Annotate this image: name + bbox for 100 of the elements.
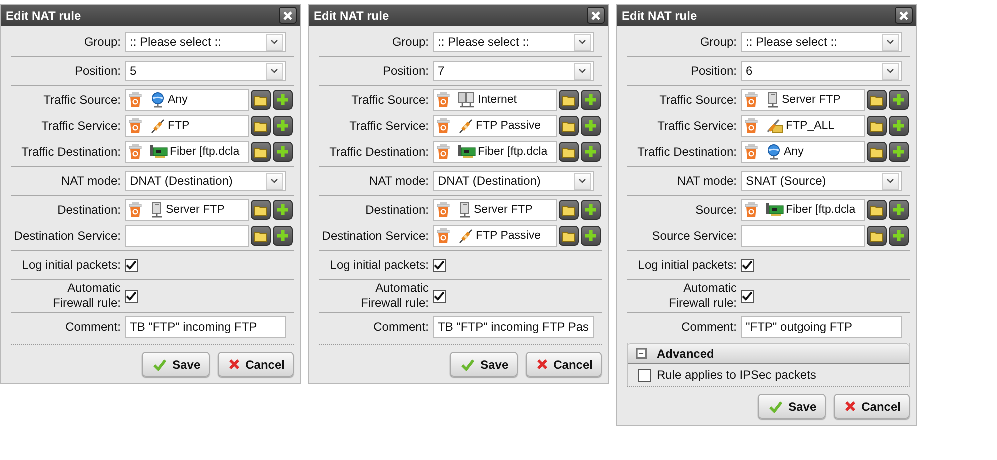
add-button[interactable]	[581, 142, 601, 162]
object-field[interactable]: FTP Passive	[433, 225, 557, 247]
dropdown[interactable]: SNAT (Source)	[741, 171, 902, 191]
trash-icon[interactable]	[745, 92, 758, 108]
trash-icon[interactable]	[437, 202, 450, 218]
save-button[interactable]: Save	[450, 352, 518, 377]
add-button[interactable]	[273, 226, 293, 246]
add-button[interactable]	[889, 226, 909, 246]
browse-button[interactable]	[867, 142, 887, 162]
window-title: Edit NAT rule	[622, 8, 698, 22]
object-field[interactable]: FTP_ALL	[741, 115, 865, 137]
checkbox[interactable]	[638, 368, 651, 382]
object-field[interactable]: Fiber [ftp.dcla	[433, 141, 557, 163]
browse-button[interactable]	[559, 142, 579, 162]
browse-button[interactable]	[251, 90, 271, 110]
browse-button[interactable]	[559, 226, 579, 246]
browse-button[interactable]	[867, 90, 887, 110]
dropdown[interactable]: 7	[433, 61, 594, 81]
object-field[interactable]: Fiber [ftp.dcla	[741, 199, 865, 221]
add-button[interactable]	[889, 200, 909, 220]
dropdown[interactable]: :: Please select ::	[741, 32, 902, 52]
add-button[interactable]	[889, 142, 909, 162]
browse-button[interactable]	[867, 200, 887, 220]
comment-field[interactable]: TB "FTP" incoming FTP	[125, 316, 286, 338]
cancel-button[interactable]: Cancel	[526, 352, 602, 377]
field-label: Comment:	[372, 320, 429, 334]
object-field[interactable]: Any	[125, 89, 249, 111]
dropdown[interactable]: 5	[125, 61, 286, 81]
trash-icon[interactable]	[129, 118, 142, 134]
object-field[interactable]	[741, 225, 865, 247]
browse-button[interactable]	[251, 226, 271, 246]
trash-icon[interactable]	[745, 202, 758, 218]
browse-button[interactable]	[867, 116, 887, 136]
object-field[interactable]	[125, 225, 249, 247]
close-button[interactable]	[895, 7, 913, 24]
trash-icon[interactable]	[129, 144, 142, 160]
object-field[interactable]: Internet	[433, 89, 557, 111]
object-field[interactable]: Server FTP	[741, 89, 865, 111]
plus-icon	[893, 204, 905, 216]
collapse-icon[interactable]	[636, 348, 647, 359]
checkbox[interactable]	[741, 258, 754, 272]
browse-button[interactable]	[867, 226, 887, 246]
check-icon	[126, 291, 137, 301]
add-button[interactable]	[889, 116, 909, 136]
add-button[interactable]	[581, 200, 601, 220]
browse-button[interactable]	[559, 90, 579, 110]
add-button[interactable]	[581, 116, 601, 136]
comment-field[interactable]: TB "FTP" incoming FTP Pas	[433, 316, 594, 338]
folder-icon	[870, 120, 884, 132]
close-button[interactable]	[279, 7, 297, 24]
checkbox[interactable]	[433, 290, 446, 302]
object-field[interactable]: FTP	[125, 115, 249, 137]
add-button[interactable]	[273, 116, 293, 136]
panel-header[interactable]: Advanced	[628, 343, 909, 364]
trash-icon[interactable]	[437, 118, 450, 134]
dropdown[interactable]: 6	[741, 61, 902, 81]
trash-icon[interactable]	[437, 228, 450, 244]
trash-icon[interactable]	[129, 202, 142, 218]
browse-button[interactable]	[559, 116, 579, 136]
object-field[interactable]: Any	[741, 141, 865, 163]
dropdown[interactable]: :: Please select ::	[433, 32, 594, 52]
dropdown[interactable]: DNAT (Destination)	[433, 171, 594, 191]
field-label: Destination:	[364, 202, 429, 218]
object-field[interactable]: FTP Passive	[433, 115, 557, 137]
object-field[interactable]: Server FTP	[125, 199, 249, 221]
chevron-icon	[271, 178, 278, 184]
plus-icon	[893, 120, 905, 132]
cancel-button[interactable]: Cancel	[834, 394, 910, 419]
field-label: Log initial packets:	[329, 258, 429, 272]
browse-button[interactable]	[251, 200, 271, 220]
add-button[interactable]	[273, 90, 293, 110]
add-button[interactable]	[581, 90, 601, 110]
plug-icon	[458, 118, 474, 134]
browse-button[interactable]	[559, 200, 579, 220]
cancel-button[interactable]: Cancel	[218, 352, 294, 377]
checkbox[interactable]	[433, 258, 446, 272]
folder-icon	[254, 146, 268, 158]
trash-icon[interactable]	[437, 92, 450, 108]
object-field[interactable]: Fiber [ftp.dcla	[125, 141, 249, 163]
checkbox[interactable]	[125, 258, 138, 272]
add-button[interactable]	[273, 142, 293, 162]
checkbox[interactable]	[125, 290, 138, 302]
save-button[interactable]: Save	[758, 394, 826, 419]
trash-icon[interactable]	[129, 92, 142, 108]
trash-icon[interactable]	[745, 118, 758, 134]
close-button[interactable]	[587, 7, 605, 24]
browse-button[interactable]	[251, 142, 271, 162]
object-field[interactable]: Server FTP	[433, 199, 557, 221]
trash-icon[interactable]	[745, 144, 758, 160]
check-icon	[152, 358, 167, 370]
add-button[interactable]	[273, 200, 293, 220]
trash-icon[interactable]	[437, 144, 450, 160]
add-button[interactable]	[889, 90, 909, 110]
dropdown[interactable]: DNAT (Destination)	[125, 171, 286, 191]
browse-button[interactable]	[251, 116, 271, 136]
add-button[interactable]	[581, 226, 601, 246]
checkbox[interactable]	[741, 290, 754, 302]
dropdown[interactable]: :: Please select ::	[125, 32, 286, 52]
comment-field[interactable]: "FTP" outgoing FTP	[741, 316, 902, 338]
save-button[interactable]: Save	[142, 352, 210, 377]
